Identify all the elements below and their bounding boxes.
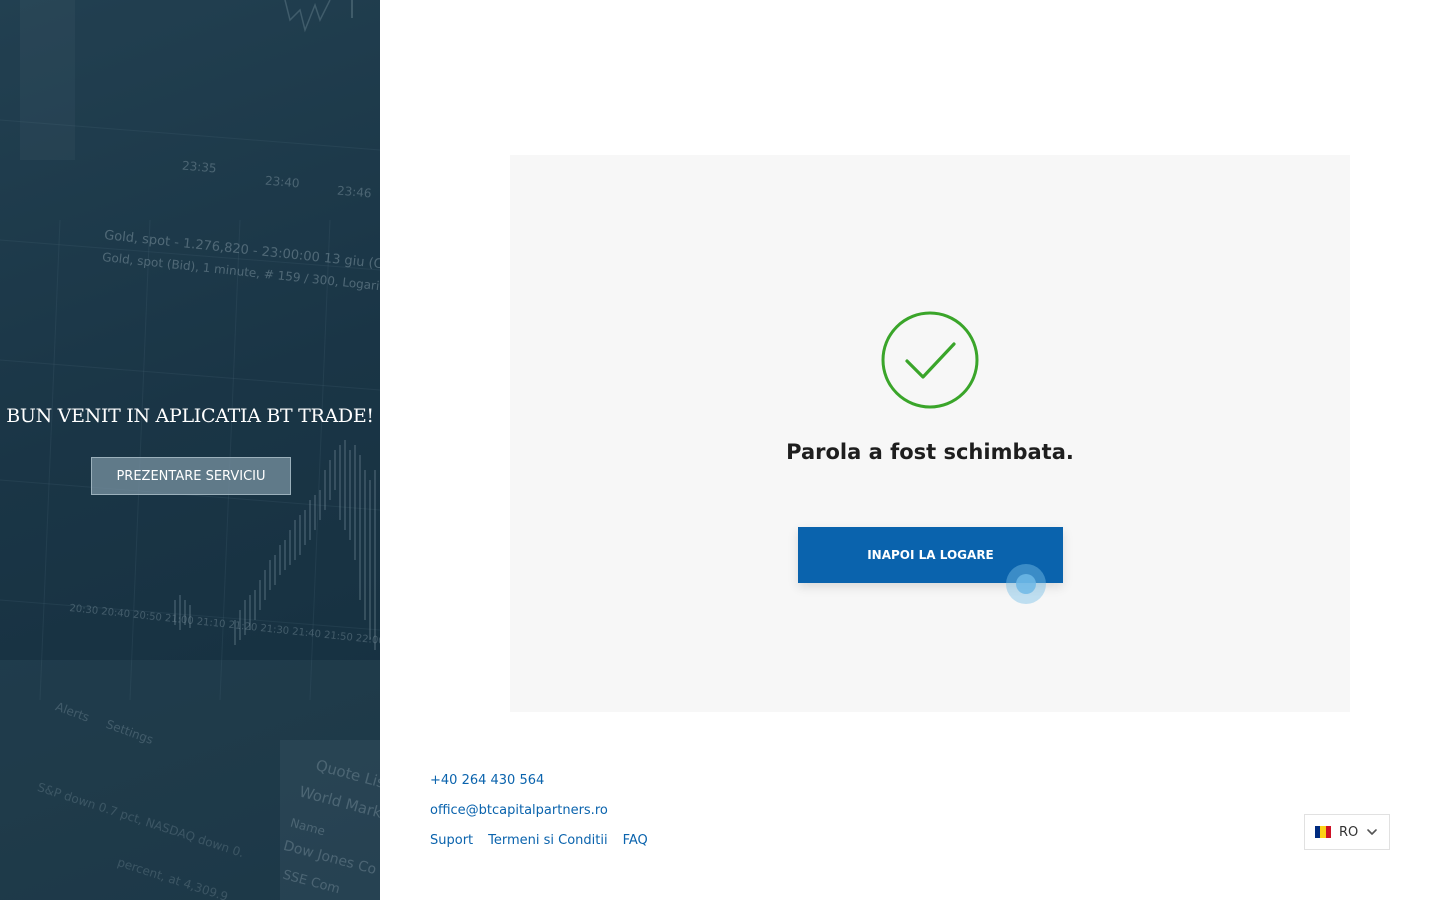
- footer-link-terms[interactable]: Termeni si Conditii: [488, 833, 607, 848]
- present-service-button[interactable]: PREZENTARE SERVICIU: [91, 457, 291, 495]
- chevron-down-icon: [1367, 829, 1378, 835]
- romania-flag-icon: [1315, 826, 1331, 838]
- language-label: RO: [1339, 824, 1359, 840]
- success-message: Parola a fost schimbata.: [786, 440, 1074, 464]
- footer-link-faq[interactable]: FAQ: [623, 833, 648, 848]
- check-circle-icon: [881, 311, 979, 409]
- footer-phone-link[interactable]: +40 264 430 564: [430, 773, 544, 788]
- language-selector[interactable]: RO: [1304, 814, 1390, 850]
- footer-links: Suport Termeni si Conditii FAQ: [430, 833, 648, 848]
- left-panel: 23:35 23:40 23:46 Gold, spot - 1.276,820…: [0, 0, 380, 900]
- footer-email-link[interactable]: office@btcapitalpartners.ro: [430, 803, 608, 818]
- welcome-title: BUN VENIT IN APLICATIA BT TRADE!: [6, 405, 374, 427]
- click-indicator-dot: [1016, 574, 1036, 594]
- footer-link-support[interactable]: Suport: [430, 833, 473, 848]
- success-card: Parola a fost schimbata. INAPOI LA LOGAR…: [510, 155, 1350, 712]
- left-overlay: [0, 0, 380, 900]
